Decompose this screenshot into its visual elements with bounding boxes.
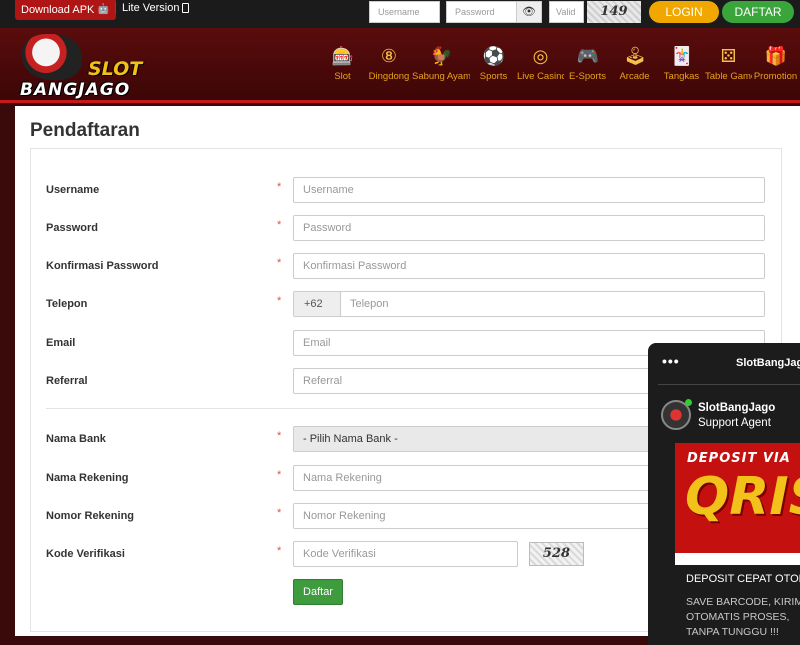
login-captcha-input[interactable]: Valid [549,1,584,23]
nav-item-sports[interactable]: ⚽ Sports [470,45,517,82]
chat-divider [658,384,800,385]
nav-item-dingdong[interactable]: ⑧ Dingdong [366,45,412,82]
verification-captcha-image: 528 [529,542,584,566]
qris-promo-image[interactable]: DEPOSIT VIA QRIS [675,443,800,565]
top-bar: Download APK 🤖 Lite Version Username Pas… [0,0,800,28]
nav-item-slot[interactable]: 🎰 Slot [319,45,366,82]
required-mark: * [277,219,282,231]
nav-label: Arcade [619,71,650,82]
phone-icon [182,3,190,13]
agent-role: Support Agent [698,417,771,429]
required-mark: * [277,430,282,442]
required-mark: * [277,257,282,269]
required-mark: * [277,545,282,557]
rooster-icon: 🐓 [430,46,453,66]
register-button[interactable]: DAFTAR [722,1,794,23]
nav-item-sabung-ayam[interactable]: 🐓 Sabung Ayam [412,45,470,82]
username-row: Username * Username [31,177,781,203]
verification-input[interactable]: Kode Verifikasi [293,541,518,567]
bank-name-label: Nama Bank [46,433,106,445]
nav-label: Promotion [753,71,798,82]
daftar-submit-button[interactable]: Daftar [293,579,343,605]
required-mark: * [277,181,282,193]
support-chat-widget[interactable]: ••• SlotBangJago SlotBangJago Support Ag… [648,343,800,645]
soccer-ball-icon: ⚽ [482,46,505,66]
username-input[interactable]: Username [293,177,765,203]
password-input[interactable]: Password [293,215,765,241]
logo-text-slot: SLOT [88,58,143,80]
nav-item-promotion[interactable]: 🎁 Promotion [752,45,799,82]
password-label: Password [46,222,98,234]
nav-label: Sabung Ayam [412,71,470,82]
referral-label: Referral [46,375,88,387]
nav-label: Tangkas [663,71,700,82]
android-icon: 🤖 [97,4,110,15]
chat-title: SlotBangJago [736,357,800,369]
login-password-input[interactable]: Password [446,1,517,23]
ball-8-icon: ⑧ [380,46,398,66]
phone-prefix: +62 [293,291,341,317]
gift-icon: 🎁 [764,46,787,66]
download-apk-button[interactable]: Download APK 🤖 [15,0,116,20]
nav-label: Sports [479,71,508,82]
password-row: Password * Password [31,215,781,241]
site-header: SLOT BANGJAGO 🎰 Slot ⑧ Dingdong 🐓 Sabung Ay… [0,28,800,103]
nav-label: Dingdong [368,71,410,82]
chat-message-body: SAVE BARCODE, KIRIM, OTOMATIS PROSES, TA… [686,596,800,638]
login-button[interactable]: LOGIN [649,1,719,23]
page-title: Pendaftaran [30,120,140,141]
download-apk-label: Download APK [21,4,95,16]
login-username-input[interactable]: Username [369,1,440,23]
promo-heading: DEPOSIT VIA [687,451,791,466]
gamepad-icon: 🎮 [576,46,599,66]
show-password-icon[interactable]: 👁 [516,1,542,23]
phone-input[interactable]: Telepon [340,291,765,317]
email-label: Email [46,337,76,349]
promo-qris-text: QRIS [685,467,800,527]
login-captcha-image: 149 [587,1,641,23]
roulette-icon: ◎ [532,46,549,66]
main-nav: 🎰 Slot ⑧ Dingdong 🐓 Sabung Ayam ⚽ Sports ◎ Li… [319,45,799,82]
confirm-password-input[interactable]: Konfirmasi Password [293,253,765,279]
nav-item-arcade[interactable]: 🕹 Arcade [611,45,658,82]
required-mark: * [277,507,282,519]
nav-item-tangkas[interactable]: 🃏 Tangkas [658,45,705,82]
dice-icon: ⚄ [720,46,737,66]
site-logo[interactable]: SLOT BANGJAGO [14,32,174,100]
chat-message-title: DEPOSIT CEPAT OTOMATIS [686,573,800,585]
required-mark: * [277,295,282,307]
nav-item-live-casino[interactable]: ◎ Live Casino [517,45,564,82]
username-label: Username [46,184,100,196]
online-status-icon [685,399,692,406]
logo-text-bangjago: BANGJAGO [20,80,131,100]
nav-item-table-games[interactable]: ⚄ Table Games [705,45,752,82]
chat-header: ••• SlotBangJago [648,343,800,383]
nav-label: Slot [334,71,351,82]
lite-version-label: Lite Version [122,2,180,14]
confirm-password-row: Konfirmasi Password * Konfirmasi Passwor… [31,253,781,279]
verification-label: Kode Verifikasi [46,548,125,560]
account-number-label: Nomor Rekening [46,510,135,522]
confirm-password-label: Konfirmasi Password [46,260,159,272]
rooster-logo-icon [22,34,82,80]
account-name-label: Nama Rekening [46,472,129,484]
cards-icon: 🃏 [670,46,693,66]
nav-item-esports[interactable]: 🎮 E-Sports [564,45,611,82]
nav-label: Table Games [705,71,752,82]
required-mark: * [277,469,282,481]
arcade-icon: 🕹 [623,46,647,66]
nav-label: E-Sports [569,71,606,82]
phone-label: Telepon [46,298,88,310]
promo-band [675,553,800,565]
nav-label: Live Casino [517,71,564,82]
agent-name: SlotBangJago [698,402,776,414]
phone-row: Telepon * +62 Telepon [31,291,781,317]
slot-machine-icon: 🎰 [331,46,354,66]
lite-version-link[interactable]: Lite Version [115,2,190,14]
chat-menu-icon[interactable]: ••• [662,353,680,369]
